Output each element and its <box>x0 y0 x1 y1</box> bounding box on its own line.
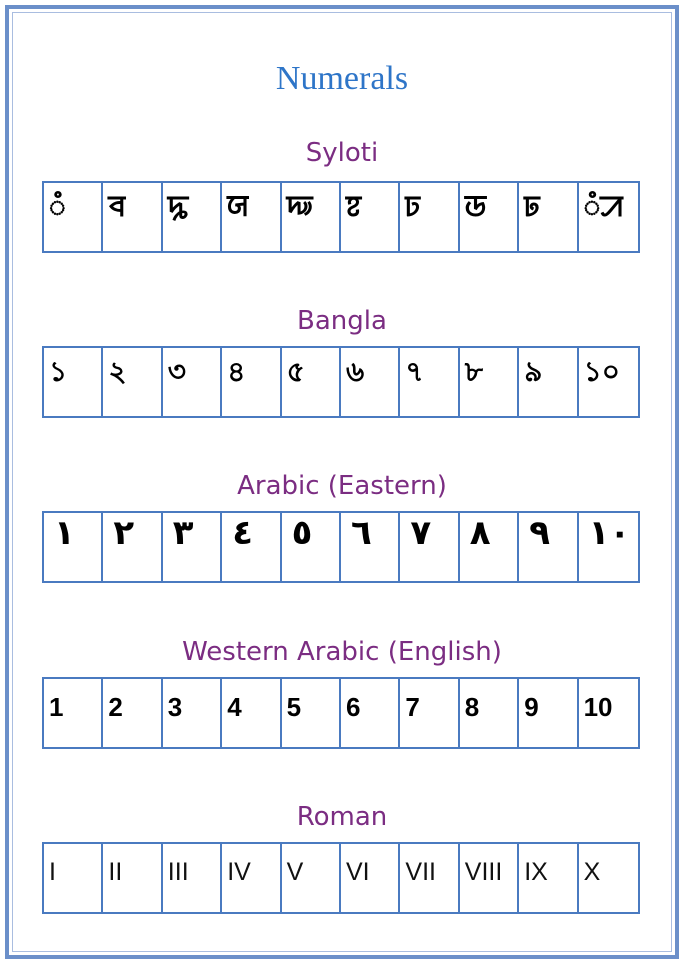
numeral-cell: I <box>44 844 104 912</box>
numeral-cell: ꠓ <box>519 183 579 251</box>
numeral-cell: ١ <box>44 513 104 581</box>
numeral-cell: IX <box>519 844 579 912</box>
numeral-cell: VIII <box>460 844 520 912</box>
numeral-cell: 6 <box>341 679 401 747</box>
numeral-cell: ꠑ <box>400 183 460 251</box>
numeral-cell: ٨ <box>460 513 520 581</box>
numeral-cell: ৬ <box>341 348 401 416</box>
numeral-cell: ꠋ <box>44 183 104 251</box>
numeral-cell: ١٠ <box>588 513 631 553</box>
numeral-cell: ১০ <box>583 355 620 388</box>
numeral-cell: ꠏ <box>282 183 341 251</box>
numeral-cell: ٣ <box>163 513 223 581</box>
numeral-table-bangla: ১ ২ ৩ ৪ ৫ ৬ ৭ ৮ ৯ ১০ <box>42 346 640 418</box>
numeral-cell: ٩ <box>519 513 579 581</box>
numeral-table-western-arabic: 1 2 3 4 5 6 7 8 9 10 <box>42 677 640 749</box>
numeral-cell: ٢ <box>103 513 163 581</box>
numeral-cell: ৪ <box>222 348 282 416</box>
numeral-cell: ৯ <box>519 348 579 416</box>
numeral-cell: ꠒ <box>460 183 520 251</box>
numeral-cell: VI <box>341 844 401 912</box>
numeral-cell: 9 <box>519 679 579 747</box>
section-roman: Roman I II III IV V VI VII VIII IX X <box>0 800 684 914</box>
section-title: Roman <box>296 802 388 832</box>
numeral-cell: 3 <box>163 679 223 747</box>
numeral-cell: ٤ <box>222 513 282 581</box>
numeral-cell: VII <box>400 844 460 912</box>
section-bangla: Bangla ১ ২ ৩ ৪ ৫ ৬ ৭ ৮ ৯ ১০ <box>0 304 684 418</box>
numeral-cell: 1 <box>44 679 104 747</box>
numeral-cell: ꠌ <box>103 183 163 251</box>
numeral-cell: ꠋꠀ <box>583 190 623 223</box>
numeral-cell: 10 <box>583 692 613 722</box>
numeral-cell: ꠐ <box>341 183 401 251</box>
numeral-cell: 2 <box>103 679 163 747</box>
numeral-cell: X <box>583 858 601 886</box>
numeral-cell: ٧ <box>400 513 460 581</box>
numeral-cell: ٥ <box>282 513 341 581</box>
section-syloti: Syloti ꠋ ꠌ ꠍ ꠎ ꠏ ꠐ ꠑ ꠒ ꠓ ꠋꠀ <box>0 136 684 253</box>
numeral-table-arabic-eastern: ١ ٢ ٣ ٤ ٥ ٦ ٧ ٨ ٩ ١٠ <box>42 511 640 583</box>
numeral-cell: V <box>282 844 341 912</box>
section-title: Bangla <box>297 306 387 336</box>
numeral-cell: IV <box>222 844 282 912</box>
numeral-cell: ৭ <box>400 348 460 416</box>
numeral-cell: 4 <box>222 679 282 747</box>
numeral-cell: 8 <box>460 679 520 747</box>
numeral-cell: ৮ <box>460 348 520 416</box>
section-western-arabic: Western Arabic (English) 1 2 3 4 5 6 7 8… <box>0 635 684 749</box>
numeral-cell: III <box>163 844 223 912</box>
numeral-cell: 5 <box>282 679 341 747</box>
section-title: Western Arabic (English) <box>182 637 502 667</box>
numeral-cell: ১ <box>44 348 104 416</box>
numeral-cell: ২ <box>103 348 163 416</box>
section-title: Syloti <box>305 138 379 168</box>
numeral-cell: ৫ <box>282 348 341 416</box>
numeral-cell: II <box>103 844 163 912</box>
section-title: Arabic (Eastern) <box>237 471 447 501</box>
numeral-cell: ꠎ <box>222 183 282 251</box>
numeral-table-roman: I II III IV V VI VII VIII IX X <box>42 842 640 914</box>
numeral-cell: ٦ <box>341 513 401 581</box>
page-title: Numerals <box>275 60 409 97</box>
section-arabic-eastern: Arabic (Eastern) ١ ٢ ٣ ٤ ٥ ٦ ٧ ٨ ٩ ١٠ <box>0 469 684 583</box>
numeral-table-syloti: ꠋ ꠌ ꠍ ꠎ ꠏ ꠐ ꠑ ꠒ ꠓ ꠋꠀ <box>42 181 640 253</box>
numeral-cell: 7 <box>400 679 460 747</box>
numeral-cell: ৩ <box>163 348 223 416</box>
numeral-cell: ꠍ <box>163 183 223 251</box>
